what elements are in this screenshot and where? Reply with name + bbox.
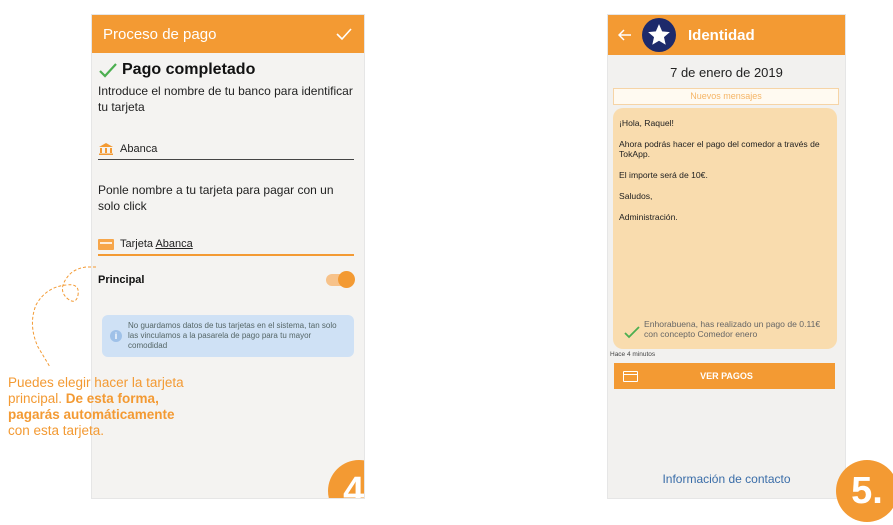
card-icon xyxy=(98,238,114,250)
view-payments-button[interactable]: VER PAGOS xyxy=(614,363,835,389)
status-label: Pago completado xyxy=(122,61,256,78)
payment-confirmation: Enhorabuena, has realizado un pago de 0.… xyxy=(623,319,824,339)
step-badge-5: 5. xyxy=(836,460,893,522)
step-badge-4: 4. xyxy=(328,460,364,498)
message-closing: Saludos, xyxy=(619,191,653,201)
bank-name-field[interactable]: Abanca xyxy=(98,143,354,160)
info-text: No guardamos datos de tus tarjetas en el… xyxy=(128,321,337,350)
message-bubble: ¡Hola, Raquel! Ahora podrás hacer el pag… xyxy=(613,108,837,349)
appbar-title: Identidad xyxy=(688,26,755,44)
chat-screen: Identidad 7 de enero de 2019 Nuevos mens… xyxy=(608,15,845,498)
payment-status: Pago completado xyxy=(98,61,354,79)
contact-info-link[interactable]: Información de contacto xyxy=(608,472,845,486)
message-greeting: ¡Hola, Raquel! xyxy=(619,118,674,128)
card-prompt: Ponle nombre a tu tarjeta para pagar con… xyxy=(98,183,334,213)
principal-toggle[interactable] xyxy=(326,271,355,288)
info-notice: i No guardamos datos de tus tarjetas en … xyxy=(102,315,354,357)
bank-name-value: Abanca xyxy=(120,143,158,155)
appbar: Identidad xyxy=(608,15,845,55)
back-arrow-icon[interactable] xyxy=(618,28,632,42)
new-messages-divider: Nuevos mensajes xyxy=(613,88,839,105)
callout-connector xyxy=(32,266,96,368)
callout-text: Puedes elegir hacer la tarjeta principal… xyxy=(8,375,184,438)
message-signature: Administración. xyxy=(619,212,678,222)
card-icon xyxy=(623,370,638,382)
appbar-title: Proceso de pago xyxy=(103,25,217,43)
message-amount: El importe será de 10€. xyxy=(619,170,708,180)
principal-row: Principal xyxy=(98,271,355,288)
success-check-icon xyxy=(99,63,117,78)
appbar: Proceso de pago xyxy=(92,15,364,53)
star-icon xyxy=(648,24,670,45)
bank-prompt: Introduce el nombre de tu banco para ide… xyxy=(98,84,353,114)
bank-icon xyxy=(99,143,113,155)
info-icon: i xyxy=(110,330,122,342)
confirmation-text: Enhorabuena, has realizado un pago de 0.… xyxy=(644,319,821,339)
card-name-field[interactable]: Tarjeta Abanca xyxy=(98,238,354,256)
principal-label: Principal xyxy=(98,274,145,286)
success-check-icon xyxy=(624,326,640,339)
chat-date: 7 de enero de 2019 xyxy=(670,65,783,80)
message-time: Hace 4 minutos xyxy=(610,351,656,358)
message-body: Ahora podrás hacer el pago del comedor a… xyxy=(619,139,820,159)
confirm-check-icon[interactable] xyxy=(334,24,354,44)
avatar xyxy=(642,18,676,52)
card-name-value: Tarjeta Abanca xyxy=(120,238,193,250)
view-payments-label: VER PAGOS xyxy=(700,371,753,381)
